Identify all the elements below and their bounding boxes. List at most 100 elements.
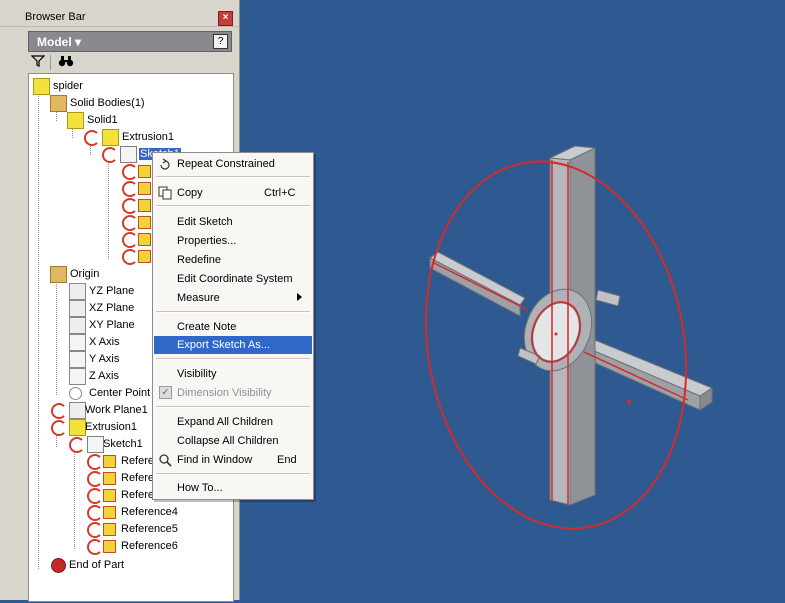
tree-item-label: Y Axis bbox=[89, 353, 120, 365]
menu-item-find-in-window[interactable]: Find in Window End bbox=[154, 451, 312, 469]
model-header: Model ▾ ? bbox=[28, 31, 232, 52]
rebuild-icon bbox=[84, 130, 100, 146]
binoculars-icon[interactable] bbox=[58, 54, 74, 70]
axis-icon bbox=[69, 351, 86, 368]
tree-item-label: XY Plane bbox=[89, 319, 135, 331]
menu-item-create-note[interactable]: Create Note bbox=[154, 318, 312, 336]
rebuild-icon bbox=[51, 403, 67, 419]
browser-bar-title: Browser Bar bbox=[25, 11, 86, 23]
axis-icon bbox=[69, 368, 86, 385]
folder-icon bbox=[50, 266, 67, 283]
menu-label: Edit Coordinate System bbox=[177, 273, 293, 285]
menu-label: Export Sketch As... bbox=[177, 339, 270, 351]
reference-icon bbox=[138, 165, 151, 178]
menu-label: Redefine bbox=[177, 254, 222, 266]
rebuild-icon bbox=[69, 437, 85, 453]
menu-separator bbox=[156, 406, 310, 408]
tree-guide-line bbox=[90, 145, 92, 155]
reference-icon bbox=[103, 523, 116, 536]
browser-toolbar bbox=[28, 52, 232, 72]
right-arm-top bbox=[578, 337, 714, 397]
help-icon[interactable]: ? bbox=[213, 34, 228, 49]
menu-item-properties[interactable]: Properties... bbox=[154, 232, 312, 250]
tree-guide-line bbox=[56, 111, 58, 121]
model-dropdown[interactable]: Model ▾ bbox=[37, 35, 81, 49]
part-icon bbox=[33, 78, 50, 95]
sketch-point bbox=[627, 400, 631, 404]
menu-label: Copy bbox=[177, 187, 203, 199]
menu-item-collapse-all-children[interactable]: Collapse All Children bbox=[154, 432, 312, 450]
menu-label: Expand All Children bbox=[177, 416, 274, 428]
folder-icon bbox=[50, 95, 67, 112]
menu-label: How To... bbox=[177, 482, 223, 494]
context-menu: Repeat Constrained Copy Ctrl+C Edit Sket… bbox=[152, 152, 314, 500]
hub-tab bbox=[595, 289, 621, 307]
menu-item-dimension-visibility: ✓ Dimension Visibility bbox=[154, 384, 312, 402]
menu-item-edit-coordinate-system[interactable]: Edit Coordinate System bbox=[154, 270, 312, 288]
toolbar-divider bbox=[50, 55, 51, 70]
tree-item-label: Work Plane1 bbox=[85, 404, 148, 416]
tree-item-label: Solid1 bbox=[87, 114, 118, 126]
tree-item-label: X Axis bbox=[89, 336, 120, 348]
checkmark-icon: ✓ bbox=[159, 386, 172, 399]
left-arm-top bbox=[429, 251, 526, 306]
menu-label: Create Note bbox=[177, 321, 237, 333]
spider-model-view bbox=[424, 145, 714, 530]
menu-label: Find in Window bbox=[177, 454, 253, 466]
menu-separator bbox=[156, 205, 310, 207]
tree-item-label: Refere bbox=[121, 489, 155, 501]
reference-icon bbox=[103, 472, 116, 485]
reference-icon bbox=[103, 489, 116, 502]
menu-item-repeat-constrained[interactable]: Repeat Constrained bbox=[154, 155, 312, 173]
menu-label: Properties... bbox=[177, 235, 237, 247]
tree-item-label: Extrusion1 bbox=[85, 421, 137, 433]
rebuild-icon bbox=[122, 164, 138, 180]
menu-item-copy[interactable]: Copy Ctrl+C bbox=[154, 184, 312, 202]
rebuild-icon bbox=[87, 454, 103, 470]
menu-item-expand-all-children[interactable]: Expand All Children bbox=[154, 413, 312, 431]
reference-icon bbox=[138, 250, 151, 263]
sketch-icon bbox=[120, 146, 137, 163]
tree-item-label: Solid Bodies(1) bbox=[70, 97, 145, 109]
rebuild-icon bbox=[87, 539, 103, 555]
copy-icon bbox=[158, 186, 172, 200]
tree-item-label: Refere bbox=[121, 455, 155, 467]
rebuild-icon bbox=[87, 471, 103, 487]
menu-item-measure[interactable]: Measure bbox=[154, 289, 312, 307]
end-of-part-icon bbox=[51, 558, 66, 573]
rebuild-icon bbox=[122, 249, 138, 265]
rebuild-icon bbox=[122, 181, 138, 197]
tree-item-label: Origin bbox=[70, 268, 100, 280]
menu-item-edit-sketch[interactable]: Edit Sketch bbox=[154, 213, 312, 231]
menu-label: Repeat Constrained bbox=[177, 158, 275, 170]
rebuild-icon bbox=[122, 232, 138, 248]
menu-item-visibility[interactable]: Visibility bbox=[154, 365, 312, 383]
center-point-icon bbox=[69, 387, 82, 400]
menu-label: Edit Sketch bbox=[177, 216, 233, 228]
rebuild-icon bbox=[102, 147, 118, 163]
tree-item-label: Extrusion1 bbox=[122, 131, 174, 143]
plane-icon bbox=[69, 283, 86, 300]
rebuild-icon bbox=[122, 215, 138, 231]
tree-guide-line bbox=[56, 282, 58, 395]
tree-guide-line bbox=[74, 451, 76, 549]
tree-item-label: Sketch1 bbox=[103, 438, 143, 450]
tree-item-label: End of Part bbox=[69, 559, 125, 571]
tree-guide-line bbox=[38, 94, 40, 569]
graphics-viewport[interactable] bbox=[240, 0, 785, 600]
menu-separator bbox=[156, 358, 310, 360]
tree-item-label: Center Point bbox=[89, 387, 151, 399]
rebuild-icon bbox=[51, 420, 67, 436]
menu-item-redefine[interactable]: Redefine bbox=[154, 251, 312, 269]
tree-guide-line bbox=[72, 128, 74, 138]
rebuild-icon bbox=[122, 198, 138, 214]
reference-icon bbox=[138, 233, 151, 246]
reference-icon bbox=[103, 455, 116, 468]
extrusion-icon bbox=[102, 129, 119, 146]
menu-item-how-to[interactable]: How To... bbox=[154, 479, 312, 497]
close-icon[interactable]: × bbox=[218, 11, 233, 26]
filter-icon[interactable] bbox=[30, 54, 46, 70]
rebuild-icon bbox=[87, 505, 103, 521]
menu-item-export-sketch-as[interactable]: Export Sketch As... bbox=[154, 336, 312, 354]
tree-item-label: Reference4 bbox=[121, 506, 178, 518]
